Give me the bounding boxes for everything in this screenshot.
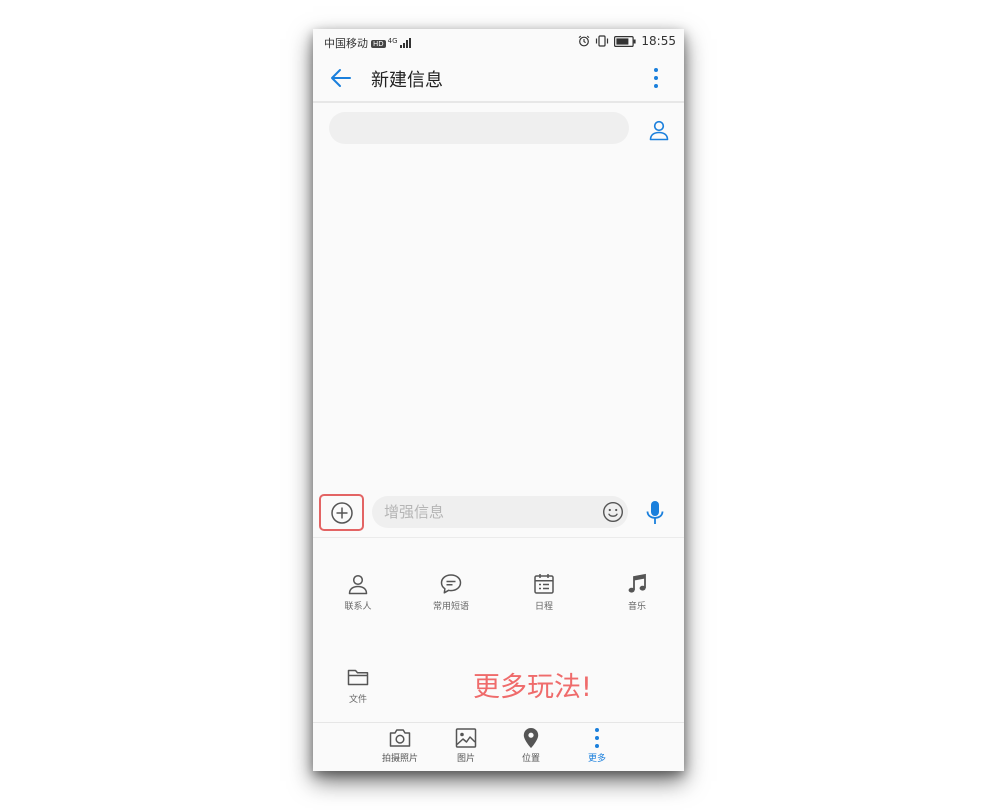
location-button[interactable]: 位置	[501, 727, 561, 764]
attach-calendar-label: 日程	[534, 602, 553, 612]
attach-file-label: 文件	[348, 695, 367, 705]
person-icon	[348, 574, 368, 595]
smiley-icon	[602, 501, 624, 523]
more-options-button[interactable]	[648, 65, 664, 91]
take-photo-button[interactable]: 拍摄照片	[370, 727, 430, 764]
arrow-left-icon	[331, 69, 351, 87]
recipient-input[interactable]	[329, 112, 629, 144]
alarm-icon	[579, 35, 590, 47]
carrier-info: 中国移动 HD 4G	[324, 35, 411, 51]
location-label: 位置	[521, 754, 540, 764]
attach-music-button[interactable]: 音乐	[594, 572, 680, 622]
attach-contact-label: 联系人	[344, 602, 372, 612]
status-right: 18:55	[578, 34, 676, 48]
camera-icon	[389, 729, 411, 747]
image-label: 图片	[456, 754, 475, 764]
vertical-dots-icon	[654, 68, 658, 88]
add-attachment-button[interactable]	[319, 494, 364, 531]
battery-icon	[614, 35, 637, 47]
calendar-icon	[534, 574, 554, 594]
image-icon	[455, 728, 477, 748]
person-icon	[649, 120, 669, 141]
back-button[interactable]	[327, 65, 357, 91]
attach-calendar-button[interactable]: 日程	[501, 572, 587, 622]
signal-icon	[399, 38, 411, 48]
circle-plus-icon	[330, 501, 353, 524]
message-input[interactable]	[384, 496, 584, 528]
select-contact-button[interactable]	[647, 118, 671, 142]
attach-music-label: 音乐	[627, 602, 646, 612]
carrier-name: 中国移动	[324, 37, 368, 50]
emoji-button[interactable]	[602, 501, 624, 523]
more-button[interactable]: 更多	[567, 727, 627, 764]
take-photo-label: 拍摄照片	[381, 754, 418, 764]
more-label: 更多	[587, 754, 606, 764]
phone-screen: 中国移动 HD 4G 18:55 新建信息 增强信息 联系人 常用短语 日程 音…	[313, 29, 684, 771]
voice-input-button[interactable]	[643, 500, 667, 526]
attach-phrase-button[interactable]: 常用短语	[408, 572, 494, 622]
page-title: 新建信息	[371, 70, 443, 91]
network-type: 4G	[387, 37, 398, 45]
attach-phrase-label: 常用短语	[432, 602, 469, 612]
compose-row	[313, 491, 684, 538]
status-bar: 中国移动 HD 4G 18:55	[313, 29, 684, 53]
promo-text: 更多玩法!	[473, 672, 592, 703]
image-button[interactable]: 图片	[436, 727, 496, 764]
top-bar: 新建信息	[313, 53, 684, 103]
folder-icon	[347, 669, 369, 686]
bottom-toolbar: 拍摄照片 图片 位置 更多	[313, 722, 684, 771]
attach-file-button[interactable]: 文件	[315, 665, 401, 715]
message-field	[372, 496, 628, 528]
hd-badge: HD	[371, 40, 386, 48]
vibrate-icon	[596, 35, 609, 47]
status-time: 18:55	[641, 34, 676, 48]
location-pin-icon	[523, 728, 539, 748]
music-note-icon	[628, 573, 646, 593]
microphone-icon	[646, 501, 664, 524]
speech-bubble-icon	[440, 574, 462, 594]
attach-contact-button[interactable]: 联系人	[315, 572, 401, 622]
vertical-dots-icon	[595, 728, 599, 748]
